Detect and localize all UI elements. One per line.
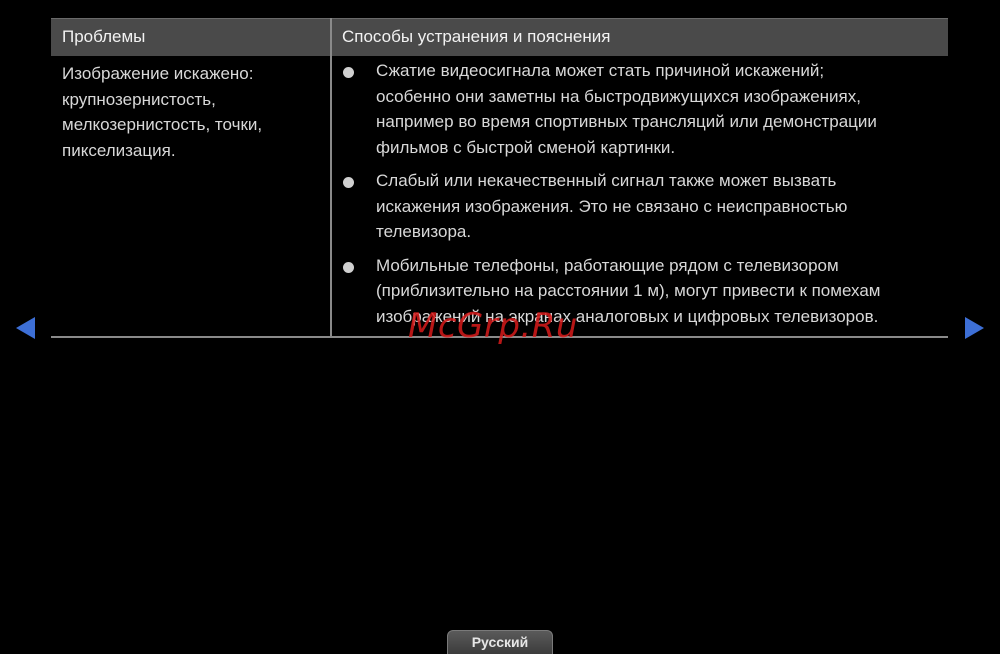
- problem-line: мелкозернистость, точки,: [62, 115, 263, 134]
- problem-line: Изображение искажено:: [62, 64, 254, 83]
- next-page-arrow-icon[interactable]: [965, 317, 984, 339]
- problem-line: крупнозернистость,: [62, 89, 216, 109]
- solution-line: Сжатие видеосигнала может стать причиной…: [376, 61, 825, 80]
- header-problems: Проблемы: [62, 27, 146, 46]
- solution-line: например во время спортивных трансляций …: [376, 112, 877, 131]
- solution-line: Слабый или некачественный сигнал также м…: [376, 171, 837, 190]
- problem-cell: Изображение искажено: крупнозернистость,…: [62, 61, 322, 163]
- solution-line: особенно они заметны на быстродвижущихся…: [376, 86, 861, 106]
- solution-item: Мобильные телефоны, работающие рядом с т…: [342, 253, 942, 330]
- bullet-icon: [343, 67, 354, 78]
- solution-line: телевизора.: [376, 222, 472, 241]
- solution-item: Сжатие видеосигнала может стать причиной…: [342, 58, 942, 160]
- column-divider: [330, 18, 332, 338]
- language-button[interactable]: Русский: [447, 630, 553, 654]
- solution-line: Мобильные телефоны, работающие рядом с т…: [376, 255, 839, 275]
- bullet-icon: [343, 177, 354, 188]
- header-solutions: Способы устранения и пояснения: [342, 27, 611, 46]
- solution-line: фильмов с быстрой сменой картинки.: [376, 137, 676, 157]
- solution-line: (приблизительно на расстоянии 1 м), могу…: [376, 281, 881, 300]
- bullet-icon: [343, 261, 354, 273]
- problem-line: пикселизация.: [62, 140, 176, 160]
- solution-item: Слабый или некачественный сигнал также м…: [342, 168, 942, 245]
- solution-line: искажения изображения. Это не связано с …: [376, 196, 848, 216]
- prev-page-arrow-icon[interactable]: [16, 317, 35, 339]
- troubleshooting-table: Проблемы Способы устранения и пояснения …: [51, 18, 948, 338]
- solution-line: изображений на экранах аналоговых и цифр…: [376, 306, 879, 326]
- table-header-row: Проблемы Способы устранения и пояснения: [51, 18, 948, 56]
- solution-cell: Сжатие видеосигнала может стать причиной…: [342, 58, 942, 337]
